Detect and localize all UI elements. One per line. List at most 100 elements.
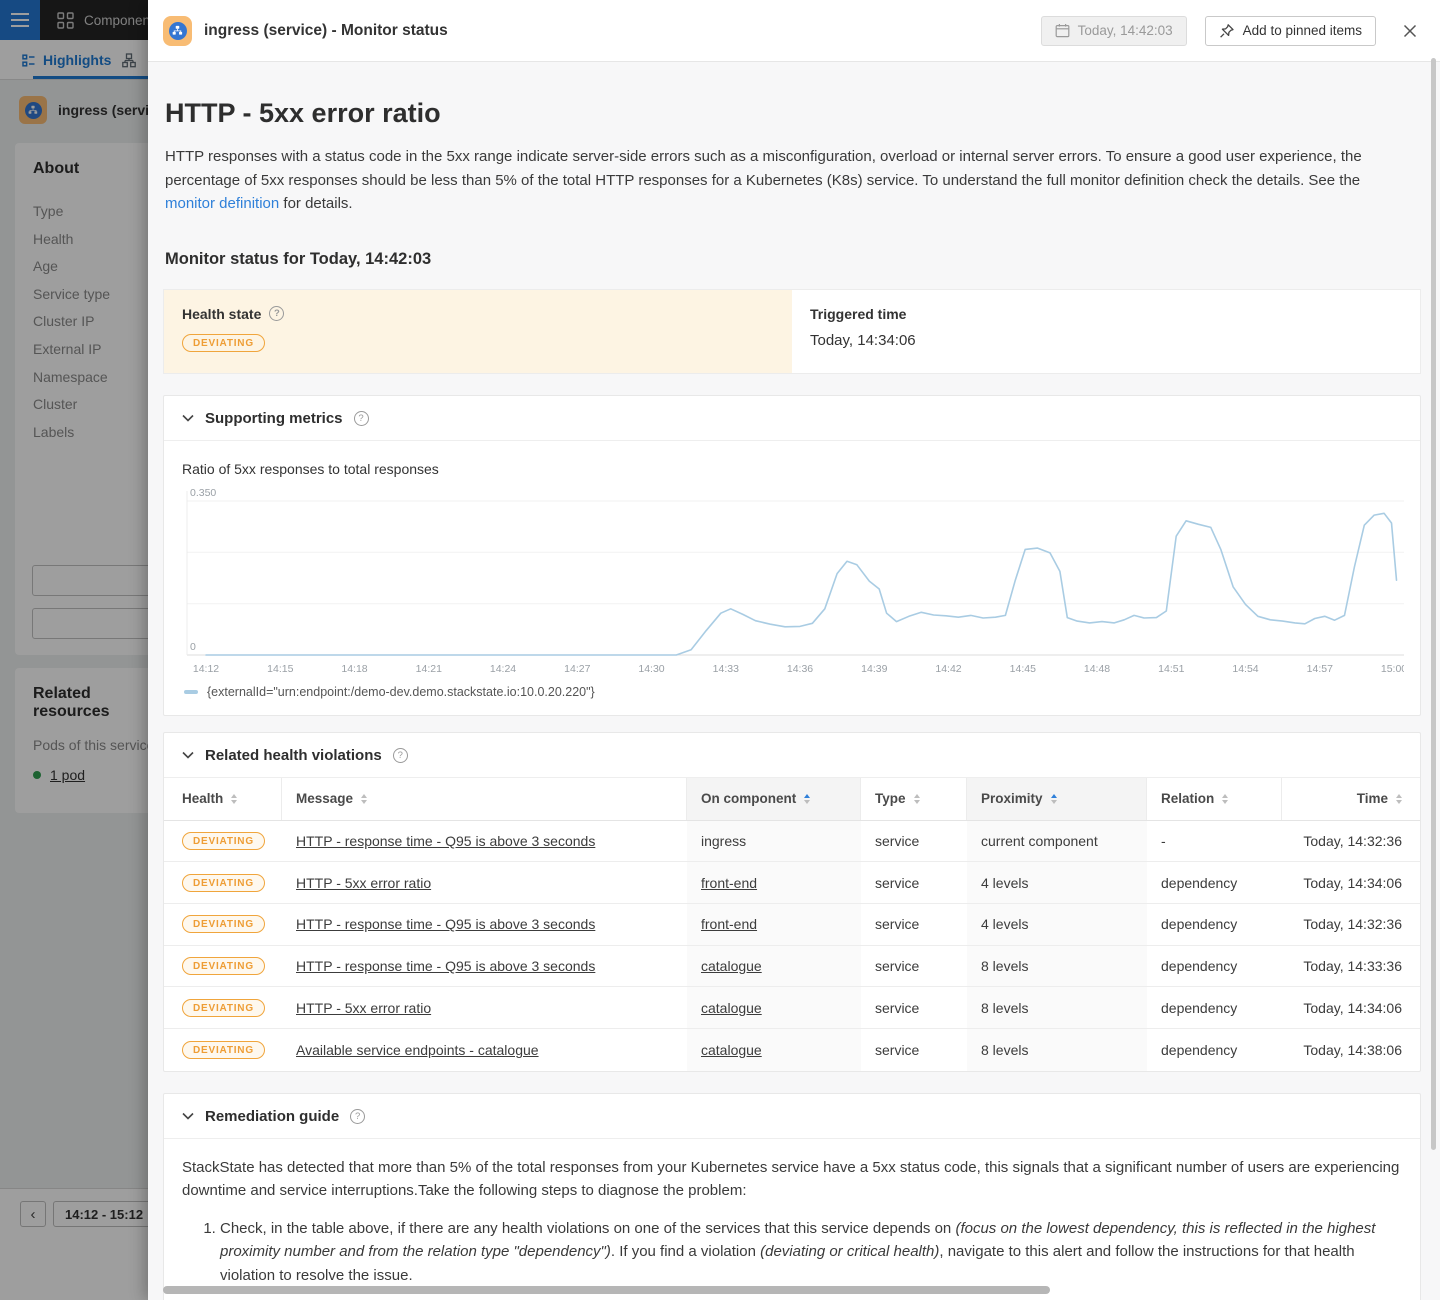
component-link[interactable]: front-end (701, 916, 757, 932)
text-link[interactable]: monitor definition (165, 195, 279, 212)
svg-text:0: 0 (190, 641, 196, 653)
component-link[interactable]: front-end (701, 875, 757, 891)
svg-text:14:51: 14:51 (1158, 663, 1184, 675)
svg-text:14:42: 14:42 (935, 663, 961, 675)
svg-text:14:21: 14:21 (416, 663, 442, 675)
component-name: ingress (701, 833, 746, 849)
violation-message-link[interactable]: HTTP - 5xx error ratio (296, 1000, 431, 1016)
proximity-value: 4 levels (981, 875, 1028, 891)
sort-arrows-icon (804, 794, 810, 804)
health-status-badge: DEVIATING (182, 874, 265, 892)
svg-text:14:48: 14:48 (1084, 663, 1110, 675)
related-health-violations-title: Related health violations (205, 747, 382, 764)
svg-text:14:30: 14:30 (638, 663, 664, 675)
triggered-time-value: Today, 14:34:06 (810, 332, 1402, 349)
type-value: service (875, 958, 919, 974)
time-value: Today, 14:32:36 (1303, 916, 1402, 932)
time-value: Today, 14:32:36 (1303, 833, 1402, 849)
relation-value: dependency (1161, 916, 1237, 932)
modal-title: ingress (service) - Monitor status (204, 22, 1041, 40)
close-icon[interactable] (1401, 22, 1419, 40)
vertical-scrollbar[interactable] (1431, 58, 1436, 1150)
svg-text:14:12: 14:12 (193, 663, 219, 675)
health-status-badge: DEVIATING (182, 957, 265, 975)
help-icon[interactable]: ? (269, 306, 284, 321)
service-icon (163, 16, 192, 46)
pin-icon (1219, 23, 1235, 39)
component-link[interactable]: catalogue (701, 958, 762, 974)
time-value: Today, 14:38:06 (1303, 1042, 1402, 1058)
health-state-panel: Health state ? DEVIATING Triggered time … (163, 289, 1421, 374)
metrics-chart-body: Ratio of 5xx responses to total response… (164, 441, 1420, 715)
svg-text:14:54: 14:54 (1232, 663, 1258, 675)
violation-row: DEVIATINGAvailable service endpoints - c… (164, 1029, 1420, 1071)
remediation-step: If the service you're troubleshooting is… (220, 1296, 1402, 1300)
violation-message-link[interactable]: Available service endpoints - catalogue (296, 1042, 539, 1058)
help-icon[interactable]: ? (350, 1109, 365, 1124)
type-value: service (875, 833, 919, 849)
violation-row: DEVIATING HTTP - response time - Q95 is a… (164, 946, 1420, 988)
relation-value: dependency (1161, 1000, 1237, 1016)
column-header-type[interactable]: Type (861, 778, 967, 820)
health-state-box: Health state ? DEVIATING (164, 290, 792, 373)
relation-value: dependency (1161, 875, 1237, 891)
remediation-guide-section: Remediation guide ? StackState has detec… (163, 1093, 1421, 1300)
status-heading: Monitor status for Today, 14:42:03 (165, 250, 1421, 269)
sort-arrows-icon (1051, 794, 1057, 804)
sort-arrows-icon (914, 794, 920, 804)
supporting-metrics-title: Supporting metrics (205, 410, 343, 427)
column-header-time[interactable]: Time (1282, 778, 1420, 820)
help-icon[interactable]: ? (393, 748, 408, 763)
modal-backdrop[interactable] (0, 0, 148, 1300)
sort-arrows-icon (231, 794, 237, 804)
sort-arrows-icon (1396, 794, 1402, 804)
legend-swatch (184, 690, 198, 694)
ratio-line-chart[interactable]: 0.350014:1214:1514:1814:2114:2414:2714:3… (182, 479, 1404, 679)
violation-message-link[interactable]: HTTP - response time - Q95 is above 3 se… (296, 916, 595, 932)
time-picker-button[interactable]: Today, 14:42:03 (1041, 16, 1187, 46)
column-header-health[interactable]: Health (164, 778, 282, 820)
modal-header: ingress (service) - Monitor status Today… (148, 0, 1440, 62)
chevron-down-icon (182, 751, 194, 759)
type-value: service (875, 916, 919, 932)
sort-arrows-icon (1222, 794, 1228, 804)
violation-message-link[interactable]: HTTP - response time - Q95 is above 3 se… (296, 833, 595, 849)
sort-arrows-icon (361, 794, 367, 804)
violation-message-link[interactable]: HTTP - response time - Q95 is above 3 se… (296, 958, 595, 974)
help-icon[interactable]: ? (354, 411, 369, 426)
proximity-value: current component (981, 833, 1098, 849)
violation-message-link[interactable]: HTTP - 5xx error ratio (296, 875, 431, 891)
svg-text:14:36: 14:36 (787, 663, 813, 675)
proximity-value: 8 levels (981, 1000, 1028, 1016)
svg-text:14:24: 14:24 (490, 663, 516, 675)
health-status-badge: DEVIATING (182, 999, 265, 1017)
relation-value: - (1161, 833, 1166, 849)
related-health-violations-header[interactable]: Related health violations ? (164, 733, 1420, 778)
svg-text:14:27: 14:27 (564, 663, 590, 675)
component-link[interactable]: catalogue (701, 1042, 762, 1058)
background-page: Components Highlights (0, 0, 148, 1300)
chevron-down-icon (182, 1112, 194, 1120)
horizontal-scrollbar[interactable] (163, 1286, 1050, 1294)
column-header-proximity[interactable]: Proximity (967, 778, 1147, 820)
add-to-pinned-items-button[interactable]: Add to pinned items (1205, 16, 1376, 46)
relation-value: dependency (1161, 958, 1237, 974)
page-title: HTTP - 5xx error ratio (165, 98, 1421, 128)
svg-text:14:57: 14:57 (1307, 663, 1333, 675)
remediation-guide-header[interactable]: Remediation guide ? (164, 1094, 1420, 1139)
svg-text:14:45: 14:45 (1010, 663, 1036, 675)
supporting-metrics-header[interactable]: Supporting metrics ? (164, 396, 1420, 441)
column-header-relation[interactable]: Relation (1147, 778, 1282, 820)
component-link[interactable]: catalogue (701, 1000, 762, 1016)
type-value: service (875, 1042, 919, 1058)
chevron-down-icon (182, 414, 194, 422)
proximity-value: 8 levels (981, 1042, 1028, 1058)
related-health-violations-section: Related health violations ? HealthMessag… (163, 732, 1421, 1072)
column-header-on-component[interactable]: On component (687, 778, 861, 820)
column-header-message[interactable]: Message (282, 778, 687, 820)
svg-text:0.350: 0.350 (190, 487, 216, 499)
violations-table-header: HealthMessageOn componentTypeProximityRe… (164, 778, 1420, 821)
chart-legend: {externalId="urn:endpoint:/demo-dev.demo… (184, 685, 1402, 699)
violations-table-body: DEVIATING HTTP - response time - Q95 is a… (164, 821, 1420, 1071)
relation-value: dependency (1161, 1042, 1237, 1058)
